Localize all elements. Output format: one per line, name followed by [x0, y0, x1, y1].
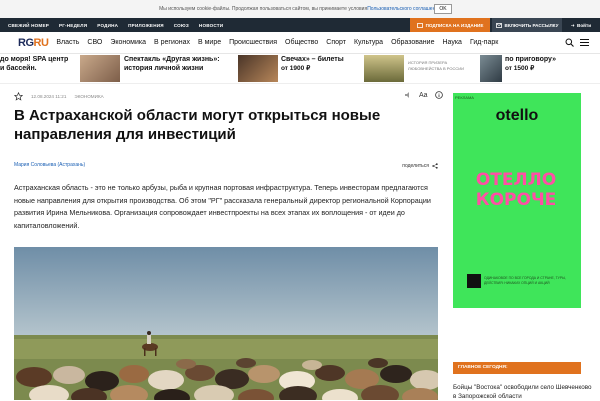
- bookmark-star-icon[interactable]: [14, 91, 23, 101]
- article-title: В Астраханской области могут открыться н…: [14, 107, 381, 143]
- topbar-item-news[interactable]: НОВОСТИ: [199, 23, 223, 28]
- cookie-banner: Мы используем cookie-файлы. Продолжая по…: [0, 0, 600, 18]
- site-logo[interactable]: RGRU: [18, 36, 49, 49]
- ad-brand: otello: [495, 107, 539, 124]
- logo-rg: RG: [18, 36, 34, 49]
- promo-line: ЛЮБОВНЕЙСТВА В РОССИИ: [408, 66, 464, 71]
- article-tools: Aa: [404, 91, 443, 99]
- nav-item-regions[interactable]: В регионах: [154, 39, 190, 46]
- cookie-text: Мы используем cookie-файлы. Продолжая по…: [159, 6, 368, 12]
- info-icon[interactable]: [434, 91, 443, 99]
- promo-item-play[interactable]: Спектакль «Другая жизнь»: история личной…: [124, 56, 220, 73]
- topbar-item-rg-week[interactable]: РГ-НЕДЕЛЯ: [59, 23, 87, 28]
- steppe-herd-image: [14, 247, 438, 400]
- promo-image[interactable]: [238, 55, 278, 82]
- topbar-item-fresh-issue[interactable]: СВЕЖИЙ НОМЕР: [8, 23, 49, 28]
- promo-price: от 1900 ₽: [281, 64, 311, 72]
- promo-image[interactable]: [480, 55, 502, 82]
- cookie-ok-button[interactable]: OK: [434, 4, 452, 14]
- top-bar: СВЕЖИЙ НОМЕР РГ-НЕДЕЛЯ РОДИНА ПРИЛОЖЕНИЯ…: [0, 18, 600, 32]
- envelope-icon: [416, 22, 423, 28]
- audio-icon[interactable]: [404, 91, 412, 99]
- article-photo: [14, 247, 438, 400]
- sidebar-headline[interactable]: Бойцы "Востока" освободили село Шевченко…: [453, 383, 593, 401]
- author-link[interactable]: Мария Соловьева (Астрахань): [14, 162, 85, 170]
- ad-slogan: ОТЕЛЛО КОРОЧЕ: [462, 170, 570, 210]
- nav-item-education[interactable]: Образование: [391, 39, 434, 46]
- logo-ru: RU: [33, 36, 49, 49]
- promo-line: история личной жизни: [124, 64, 204, 72]
- promo-item-verdict[interactable]: по приговору» от 1500 ₽: [505, 56, 556, 73]
- subscribe-label: ПОДПИСКА НА ИЗДАНИЕ: [425, 22, 484, 28]
- article-date: 12.08.2024 11:21: [31, 93, 67, 99]
- main-nav: RGRU Власть СВО Экономика В регионах В м…: [0, 32, 600, 54]
- topbar-item-soyuz[interactable]: СОЮЗ: [174, 23, 189, 28]
- sidebar-ad-banner[interactable]: otello ОТЕЛЛО КОРОЧЕ ОДИНАКОВОЕ ПО ВСЕ Г…: [453, 93, 581, 308]
- ad-slogan-line: КОРОЧЕ: [475, 190, 557, 210]
- menu-icon[interactable]: [580, 39, 589, 48]
- article-lead: Астраханская область - это не только арб…: [14, 183, 431, 230]
- login-label: Войти: [577, 22, 592, 28]
- ad-slogan-line: ОТЕЛЛО: [475, 170, 557, 190]
- promo-image[interactable]: [364, 55, 404, 82]
- nav-item-svo[interactable]: СВО: [87, 39, 102, 46]
- nav-item-vlast[interactable]: Власть: [56, 39, 79, 46]
- ad-label: РЕКЛАМА: [455, 95, 474, 100]
- promo-line: Спектакль «Другая жизнь»:: [124, 56, 220, 63]
- newsletter-label: ВКЛЮЧИТЬ РАССЫЛКУ: [504, 22, 559, 28]
- promo-line: и бассейн.: [0, 64, 37, 72]
- share-label: поделиться: [402, 163, 429, 169]
- promo-line: до моря! SPA центр: [0, 56, 69, 63]
- nav-item-economy[interactable]: Экономика: [110, 39, 146, 46]
- login-button[interactable]: Войти: [570, 18, 591, 32]
- share-icon: [432, 163, 438, 169]
- nav-item-incidents[interactable]: Происшествия: [229, 39, 277, 46]
- nav-item-sport[interactable]: Спорт: [326, 39, 346, 46]
- promo-image[interactable]: [80, 55, 120, 82]
- promo-line: по приговору»: [505, 56, 556, 63]
- nav-item-society[interactable]: Общество: [285, 39, 318, 46]
- newsletter-button[interactable]: ВКЛЮЧИТЬ РАССЫЛКУ: [492, 18, 562, 32]
- promo-item-book[interactable]: ИСТОРИЯ ПРИЗЕРА ЛЮБОВНЕЙСТВА В РОССИИ: [408, 60, 464, 72]
- font-size-button[interactable]: Aa: [419, 92, 428, 99]
- qr-code-icon: [467, 274, 481, 288]
- promo-item-candles[interactable]: Свечах» – билеты от 1900 ₽: [281, 56, 344, 73]
- article-rubric[interactable]: ЭКОНОМИКА: [74, 94, 103, 99]
- byline: Мария Соловьева (Астрахань) поделиться: [14, 162, 438, 170]
- search-icon[interactable]: [565, 38, 574, 47]
- cookie-agreement-link[interactable]: Пользовательского соглашения: [367, 6, 441, 12]
- nav-item-culture[interactable]: Культура: [354, 39, 383, 46]
- promo-strip: до моря! SPA центр и бассейн. Спектакль …: [0, 54, 600, 84]
- topbar-item-apps[interactable]: ПРИЛОЖЕНИЯ: [128, 23, 164, 28]
- mail-icon: [495, 22, 502, 28]
- article: 12.08.2024 11:21 ЭКОНОМИКА Aa В Астрахан…: [14, 90, 443, 232]
- promo-item-spa[interactable]: до моря! SPA центр и бассейн.: [0, 56, 68, 73]
- ad-fine-print: ОДИНАКОВОЕ ПО ВСЕ ГОРОДА И СТРАНЕ, ТУРЫ,…: [484, 276, 567, 285]
- promo-line: Свечах» – билеты: [281, 56, 344, 63]
- sidebar-header: ГЛАВНОЕ СЕГОДНЯ:: [453, 362, 581, 374]
- promo-price: от 1500 ₽: [505, 64, 535, 72]
- subscribe-button[interactable]: ПОДПИСКА НА ИЗДАНИЕ: [410, 18, 490, 32]
- nav-item-world[interactable]: В мире: [198, 39, 221, 46]
- nav-item-science[interactable]: Наука: [442, 39, 461, 46]
- login-icon: [571, 23, 575, 27]
- article-meta: 12.08.2024 11:21 ЭКОНОМИКА Aa: [14, 90, 443, 102]
- nav-item-guide-park[interactable]: Гид-парк: [470, 39, 498, 46]
- share-button[interactable]: поделиться: [402, 162, 438, 170]
- topbar-item-rodina[interactable]: РОДИНА: [97, 23, 118, 28]
